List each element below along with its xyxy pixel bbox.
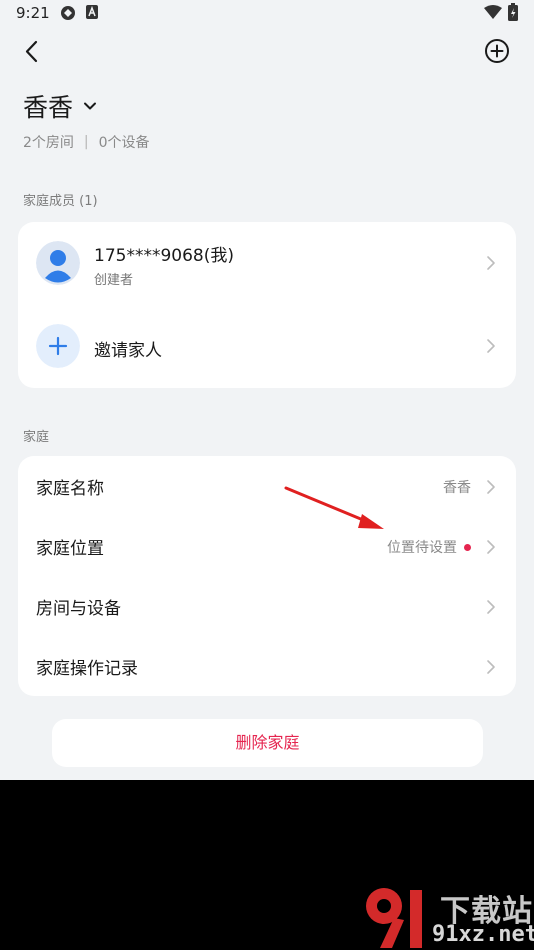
annotation-arrow-icon — [284, 486, 384, 529]
watermark-logo-icon — [366, 888, 422, 948]
app-screen: 9:21 香香 2个房间 | 0个设备 家庭成员 (1) 175****9068… — [0, 0, 534, 780]
site-watermark: 下载站 91xz.net — [360, 884, 534, 950]
watermark-url-text: 91xz.net — [432, 922, 534, 947]
